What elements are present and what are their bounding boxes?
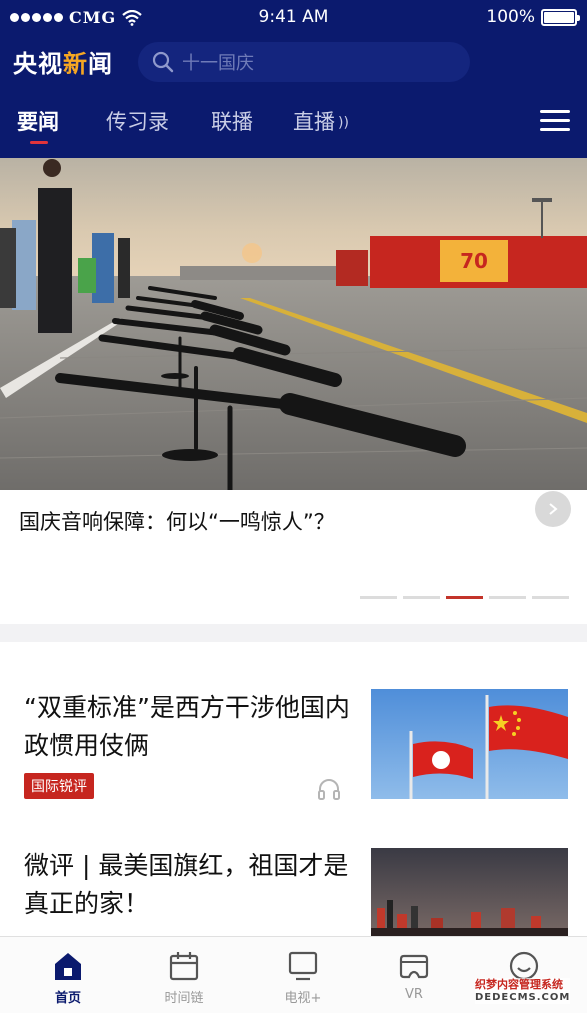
hero-image[interactable]: 70 — [0, 158, 587, 490]
menu-button[interactable] — [540, 110, 570, 132]
tab-chuanxilu[interactable]: 传习录 — [106, 106, 169, 136]
tabbar-home-label: 首页 — [54, 991, 81, 1006]
watermark-line2: DEDECMS.COM — [475, 992, 571, 1003]
tabbar-tv[interactable]: 电视+ — [263, 937, 343, 1013]
tv-icon — [288, 951, 318, 981]
brand-text-accent: 新 — [63, 50, 88, 78]
pager-dot-active[interactable] — [446, 596, 483, 599]
carousel-next-button[interactable] — [535, 491, 571, 527]
headphones-icon[interactable] — [317, 778, 341, 800]
pager-dot[interactable] — [489, 596, 526, 599]
brand-text-1: 央视 — [13, 50, 63, 78]
tab-zhibo-label: 直播 — [293, 110, 335, 134]
app-logo: 央视新闻 — [13, 44, 113, 79]
hero-caption[interactable]: 国庆音响保障：何以“一鸣惊人”？ — [19, 506, 335, 536]
screen-number: 70 — [460, 249, 488, 273]
tabbar-tv-label: 电视+ — [284, 991, 322, 1006]
battery-icon — [541, 8, 580, 26]
news-thumbnail-city[interactable] — [371, 848, 568, 938]
city-photo — [371, 848, 568, 938]
watermark: 织梦内容管理系统 DEDECMS.COM — [475, 978, 571, 1004]
live-wave-icon: )) — [338, 115, 349, 131]
news-tag-badge: 国际锐评 — [24, 773, 94, 799]
flags-photo — [371, 689, 568, 799]
pager-dot[interactable] — [403, 596, 440, 599]
active-tab-indicator — [30, 141, 48, 144]
tab-lianbo[interactable]: 联播 — [211, 106, 253, 136]
battery-info: 100% — [486, 7, 580, 27]
tabbar-vr[interactable]: VR — [374, 937, 454, 1013]
pager-dot[interactable] — [360, 596, 397, 599]
tabbar-home[interactable]: 首页 — [28, 937, 108, 1013]
tab-yaowen[interactable]: 要闻 — [17, 106, 59, 136]
chevron-right-icon — [549, 503, 558, 515]
tab-zhibo[interactable]: 直播)) — [293, 106, 349, 136]
battery-percent: 100% — [486, 7, 535, 27]
news-item-title[interactable]: 微评 | 最美国旗红，祖国才是真正的家！ — [24, 847, 364, 923]
search-icon — [152, 51, 174, 73]
news-item-title[interactable]: “双重标准”是西方干涉他国内政惯用伎俩 — [24, 689, 354, 765]
section-divider — [0, 624, 587, 642]
home-icon — [55, 953, 81, 980]
search-placeholder: 十一国庆 — [182, 53, 254, 74]
vr-headset-icon — [399, 954, 429, 979]
calendar-icon — [169, 952, 199, 981]
brand-text-2: 闻 — [88, 50, 113, 78]
status-bar: CMG 9:41 AM 100% — [0, 0, 587, 36]
tabbar-timeline[interactable]: 时间链 — [144, 937, 224, 1013]
carousel-pager — [360, 596, 569, 599]
watermark-line1: 织梦内容管理系统 — [475, 978, 563, 991]
search-bar[interactable]: 十一国庆 — [138, 42, 470, 82]
tabbar-vr-label: VR — [405, 987, 423, 1002]
hero-photo: 70 — [0, 158, 587, 490]
tabbar-timeline-label: 时间链 — [164, 991, 204, 1006]
channel-tabs: 要闻 传习录 联播 直播)) — [0, 100, 587, 158]
app-header: CMG 9:41 AM 100% 央视新闻 十一国庆 要闻 传习录 联播 直播)… — [0, 0, 587, 158]
pager-dot[interactable] — [532, 596, 569, 599]
news-thumbnail-flags[interactable] — [371, 689, 568, 799]
